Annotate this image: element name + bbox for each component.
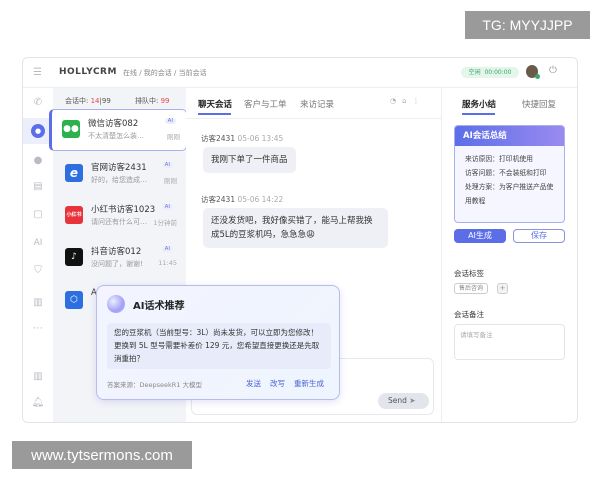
item-preview: 不太清楚怎么装… [88,132,144,140]
answer-source: 答案来源：DeepseekR1 大模型 [107,381,202,389]
item-name: 小红书访客1023 [91,205,156,215]
item-time: 刚刚 [167,133,180,141]
book-icon[interactable]: ▥ [31,370,45,384]
summary-title: AI会话总结 [455,126,564,146]
bell-icon[interactable]: 🔔︎ [31,396,45,410]
ai-badge: AI [161,162,173,168]
message-icon[interactable]: ▢ [31,208,45,222]
ai-badge: AI [161,246,173,252]
shield-icon[interactable]: ⛉ [31,264,45,278]
item-preview: 好的，给您造成… [91,176,147,184]
tag-chip[interactable]: 售后咨询 [454,283,489,294]
phone-icon[interactable]: ✆ [31,96,45,110]
notes-input[interactable]: 请填写备注 [454,324,565,360]
toolbar-icons[interactable]: ◔⌂⋮ [390,97,426,105]
queue-count: 排队中: 99 [135,97,170,105]
item-preview: 没问题了，谢谢! [91,260,143,268]
douyin-icon: ♪ [65,248,83,266]
wechat-icon: ●● [62,120,80,138]
chat-icon[interactable]: ● [31,124,45,138]
add-tag-button[interactable]: + [497,283,508,294]
ai-summary-card: AI会话总结 来访原因：打印机使用 访客问题：不会装纸和打印 处理方案：为客户推送产… [454,125,565,223]
item-name: 官网访客2431 [91,163,147,173]
avatar[interactable] [526,65,540,79]
timer: 00:00:00 [484,69,512,76]
suggestion-text: 您的豆浆机（当前型号：3L）尚未发货，可以立即为您修改！更换到 5L 型号需要补… [107,323,331,369]
popup-title: AI话术推荐 [133,301,185,312]
browser-e-icon: e [65,164,83,182]
tab-customer-ticket[interactable]: 客户与工单 [244,98,287,110]
menu-icon[interactable]: ☰ [33,67,42,78]
tab-service-summary[interactable]: 服务小结 [462,98,496,110]
user-icon[interactable]: ● [31,154,45,168]
item-time: 1分钟前 [153,219,177,227]
brand-logo: HOLLYCRM [59,67,117,77]
tab-quick-reply[interactable]: 快捷回复 [522,98,556,110]
list-item[interactable]: 小红书 小红书访客1023 请问还有什么可… 1分钟前 AI [61,196,183,236]
send-button[interactable]: Send ➤ [378,393,429,409]
clipboard-icon[interactable]: ▤ [31,180,45,194]
active-count: 会话中: 14|99 [65,97,111,105]
chart-icon[interactable]: ▥ [31,296,45,310]
rewrite-link[interactable]: 改写 [270,378,285,389]
list-item[interactable]: ●● 微信访客082 不太清楚怎么装… 刚刚 AI [49,109,187,151]
ai-badge: AI [161,204,173,210]
message-meta: 访客2431 05-06 13:45 [201,134,284,143]
send-icon: ➤ [409,396,416,405]
status-text: 空闲 [468,69,481,76]
notes-title: 会话备注 [454,310,484,319]
save-button[interactable]: 保存 [513,229,565,243]
item-name: 微信访客082 [88,119,139,129]
regenerate-link[interactable]: 重新生成 [294,378,324,389]
message-bubble: 我刚下单了一件商品 [203,147,296,173]
item-preview: 请问还有什么可… [91,218,147,226]
list-item[interactable]: e 官网访客2431 好的，给您造成… 刚刚 AI [61,154,183,194]
more-icon[interactable]: ⋯ [31,322,45,336]
top-bar: ☰ HOLLYCRM 在线 / 我的会话 / 当前会话 空闲 00:00:00 … [23,58,577,88]
cube-icon: ⬡ [65,291,83,309]
item-time: 刚刚 [164,177,177,185]
tab-chat[interactable]: 聊天会话 [198,98,232,110]
right-panel: 服务小结 快捷回复 AI会话总结 来访原因：打印机使用 访客问题：不会装纸和打印处… [441,88,577,422]
status-badge[interactable]: 空闲 00:00:00 [461,67,519,78]
watermark-bottom: www.tytsermons.com [12,441,192,469]
item-time: 11:45 [158,259,177,267]
ai-badge: AI [164,118,176,124]
ai-orb-icon [107,295,125,313]
power-icon[interactable]: ⏻ [549,65,557,76]
watermark-top: TG: MYYJJPP [465,11,590,39]
item-name: 抖音访客012 [91,247,142,257]
send-suggestion-link[interactable]: 发送 [246,378,261,389]
tags-title: 会话标签 [454,269,484,278]
list-item[interactable]: ♪ 抖音访客012 没问题了，谢谢! 11:45 AI [61,238,183,278]
xiaohongshu-icon: 小红书 [65,206,83,224]
ai-icon[interactable]: AI [31,236,45,250]
ai-suggestion-popup: AI话术推荐 您的豆浆机（当前型号：3L）尚未发货，可以立即为您修改！更换到 5… [96,285,340,400]
message-bubble: 还没发货吧，我好像买错了，能马上帮我换成5L的豆浆机吗，急急急😩 [203,208,388,248]
ai-generate-button[interactable]: AI生成 [454,229,506,243]
tab-visit-history[interactable]: 来访记录 [300,98,334,110]
summary-body: 来访原因：打印机使用 访客问题：不会装纸和打印 处理方案：为客户推送产品使用教程 [465,155,554,205]
breadcrumb: 在线 / 我的会话 / 当前会话 [123,69,207,77]
message-meta: 访客2431 05-06 14:22 [201,195,284,204]
